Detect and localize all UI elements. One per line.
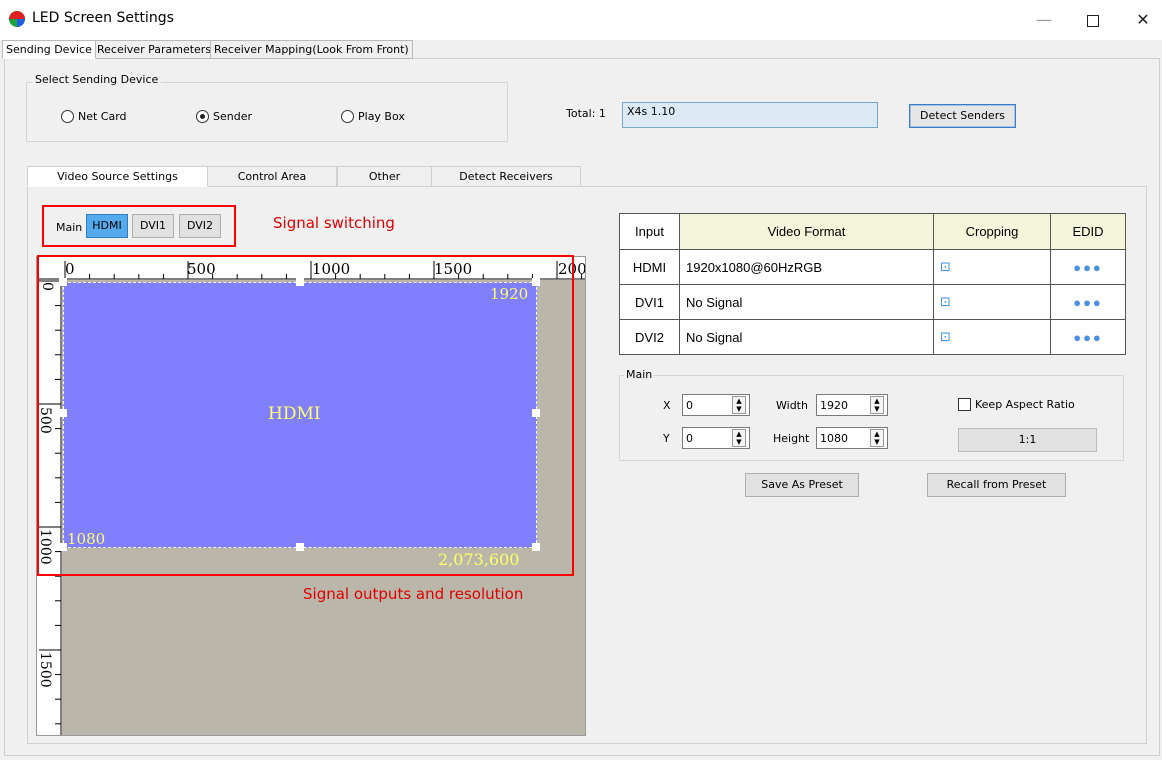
width-stepper[interactable]: 1920 ▲ ▼ [816, 394, 888, 416]
cell-cropping[interactable]: ⊡ [933, 319, 1051, 355]
total-label: Total: 1 [566, 107, 606, 120]
signal-switching-annotation: Signal switching [273, 214, 395, 232]
header-edid: EDID [1050, 213, 1126, 250]
crop-icon[interactable]: ⊡ [940, 294, 951, 309]
maximize-icon [1087, 14, 1099, 27]
y-label: Y [663, 432, 670, 445]
x-stepper[interactable]: 0 ▲ ▼ [682, 394, 750, 416]
width-label: Width [776, 399, 808, 412]
stepper-arrows-icon[interactable]: ▲ ▼ [870, 429, 884, 447]
cell-format: 1920x1080@60HzRGB [679, 249, 934, 285]
cell-format: No Signal [679, 284, 934, 320]
tab-detect-receivers[interactable]: Detect Receivers [431, 166, 581, 187]
x-label: X [663, 399, 671, 412]
height-stepper[interactable]: 1080 ▲ ▼ [816, 427, 888, 449]
checkbox-icon [958, 398, 971, 411]
tab-receiver-parameters[interactable]: Receiver Parameters [93, 40, 216, 59]
x-value: 0 [686, 398, 693, 412]
keep-aspect-label: Keep Aspect Ratio [975, 398, 1075, 411]
stepper-arrows-icon[interactable]: ▲ ▼ [732, 429, 746, 447]
signal-switching-highlight [42, 205, 236, 247]
tab-sending-device[interactable]: Sending Device [2, 40, 96, 59]
cell-input: DVI2 [619, 319, 680, 355]
radio-circle-icon [196, 109, 209, 123]
tab-control-area[interactable]: Control Area [207, 166, 337, 187]
ratio-button[interactable]: 1:1 [958, 428, 1097, 452]
header-video-format: Video Format [679, 213, 934, 250]
minimize-button[interactable]: — [1029, 8, 1059, 32]
keep-aspect-checkbox[interactable]: Keep Aspect Ratio [958, 398, 1075, 411]
radio-circle-icon [61, 109, 74, 123]
cell-input: DVI1 [619, 284, 680, 320]
radio-net-card[interactable]: Net Card [61, 108, 127, 124]
header-input: Input [619, 213, 680, 250]
radio-label: Sender [213, 109, 252, 123]
cell-cropping[interactable]: ⊡ [933, 249, 1051, 285]
app-logo-icon [8, 10, 26, 28]
position-group-title: Main [624, 368, 655, 381]
crop-icon[interactable]: ⊡ [940, 329, 951, 344]
detect-senders-button[interactable]: Detect Senders [909, 104, 1016, 128]
window-title: LED Screen Settings [32, 10, 174, 26]
radio-label: Play Box [358, 109, 405, 123]
radio-sender[interactable]: Sender [196, 108, 252, 124]
table-row: HDMI 1920x1080@60HzRGB ⊡ ●●● [619, 249, 1126, 285]
cell-cropping[interactable]: ⊡ [933, 284, 1051, 320]
title-bar [0, 0, 1162, 40]
ruler-y-label-1500: 1500 [37, 652, 53, 688]
y-stepper[interactable]: 0 ▲ ▼ [682, 427, 750, 449]
maximize-button[interactable] [1078, 8, 1108, 32]
tab-video-source-settings[interactable]: Video Source Settings [27, 166, 208, 187]
radio-play-box[interactable]: Play Box [341, 108, 405, 124]
tab-receiver-mapping[interactable]: Receiver Mapping(Look From Front) [210, 40, 413, 59]
sender-field[interactable]: X4s 1.10 [622, 102, 878, 128]
table-header-row: Input Video Format Cropping EDID [619, 213, 1126, 250]
stepper-arrows-icon[interactable]: ▲ ▼ [870, 396, 884, 414]
edid-more-dots-icon[interactable]: ●●● [1050, 319, 1126, 355]
header-cropping: Cropping [933, 213, 1051, 250]
height-label: Height [773, 432, 810, 445]
y-value: 0 [686, 431, 693, 445]
width-value: 1920 [820, 398, 848, 412]
tab-other[interactable]: Other [337, 166, 432, 187]
close-button[interactable]: ✕ [1128, 8, 1158, 32]
cell-format: No Signal [679, 319, 934, 355]
save-preset-button[interactable]: Save As Preset [745, 473, 859, 497]
radio-label: Net Card [78, 109, 127, 123]
cell-input: HDMI [619, 249, 680, 285]
signal-outputs-highlight [37, 255, 574, 576]
table-row: DVI2 No Signal ⊡ ●●● [619, 319, 1126, 355]
input-table: Input Video Format Cropping EDID HDMI 19… [619, 213, 1126, 355]
stepper-arrows-icon[interactable]: ▲ ▼ [732, 396, 746, 414]
recall-preset-button[interactable]: Recall from Preset [927, 473, 1066, 497]
select-device-title: Select Sending Device [32, 73, 162, 86]
table-row: DVI1 No Signal ⊡ ●●● [619, 284, 1126, 320]
signal-outputs-annotation: Signal outputs and resolution [303, 585, 524, 603]
height-value: 1080 [820, 431, 848, 445]
crop-icon[interactable]: ⊡ [940, 259, 951, 274]
edid-more-dots-icon[interactable]: ●●● [1050, 284, 1126, 320]
edid-more-dots-icon[interactable]: ●●● [1050, 249, 1126, 285]
radio-circle-icon [341, 109, 354, 123]
